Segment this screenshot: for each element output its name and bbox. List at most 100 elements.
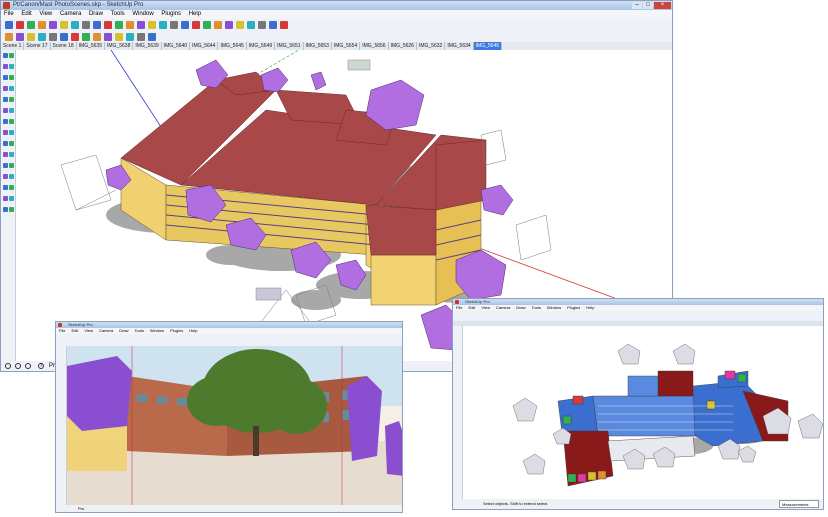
paint-tool-icon[interactable] bbox=[3, 196, 8, 201]
zoom-tool-icon[interactable] bbox=[3, 152, 8, 157]
move-tool-icon[interactable] bbox=[3, 97, 8, 102]
select-icon[interactable] bbox=[5, 21, 13, 29]
walk-icon[interactable] bbox=[247, 21, 255, 29]
rotate-icon[interactable] bbox=[104, 21, 112, 29]
camera-icon[interactable] bbox=[236, 21, 244, 29]
push-pull-icon[interactable] bbox=[82, 33, 90, 41]
paint-icon[interactable] bbox=[27, 33, 35, 41]
scene-tab[interactable]: IMG_5651 bbox=[275, 42, 304, 50]
zoom-extents-icon[interactable] bbox=[214, 21, 222, 29]
menu-item[interactable]: Draw bbox=[513, 305, 528, 310]
menu-item[interactable]: Camera bbox=[96, 328, 116, 333]
menu-item[interactable]: View bbox=[81, 328, 96, 333]
protractor-icon[interactable] bbox=[148, 21, 156, 29]
scene-tab[interactable]: IMG_5644 bbox=[190, 42, 219, 50]
scale-tool-icon[interactable] bbox=[3, 108, 8, 113]
line-tool-icon[interactable] bbox=[9, 196, 14, 201]
paint-icon[interactable] bbox=[27, 21, 35, 29]
menu-draw[interactable]: Draw bbox=[86, 11, 106, 17]
scene-tab[interactable]: IMG_5654 bbox=[332, 42, 361, 50]
camera-tool-icon[interactable] bbox=[9, 163, 14, 168]
axes-tool-icon[interactable] bbox=[9, 130, 14, 135]
line-icon[interactable] bbox=[38, 21, 46, 29]
scene-tab[interactable]: IMG_5632 bbox=[417, 42, 446, 50]
menu-help[interactable]: Help bbox=[186, 11, 204, 17]
scene-tab[interactable]: Scene 1 bbox=[1, 42, 25, 50]
section-tool-icon[interactable] bbox=[3, 163, 8, 168]
rotate-icon[interactable] bbox=[104, 33, 112, 41]
circle-tool-icon[interactable] bbox=[9, 207, 14, 212]
arc-icon[interactable] bbox=[71, 21, 79, 29]
tape-icon[interactable] bbox=[137, 21, 145, 29]
menu-tools[interactable]: Tools bbox=[108, 11, 128, 17]
menu-item[interactable]: Tools bbox=[132, 328, 147, 333]
eraser-icon[interactable] bbox=[16, 21, 24, 29]
scene-tab[interactable]: IMG_5640 bbox=[162, 42, 191, 50]
tape-tool-icon[interactable] bbox=[3, 119, 8, 124]
menu-item[interactable]: View bbox=[478, 305, 493, 310]
pan-icon[interactable] bbox=[192, 21, 200, 29]
rectangle-tool-icon[interactable] bbox=[3, 75, 8, 80]
protractor-icon[interactable] bbox=[148, 33, 156, 41]
scene-tab[interactable]: Scene 18 bbox=[51, 42, 77, 50]
menu-item[interactable]: Help bbox=[186, 328, 200, 333]
select-icon[interactable] bbox=[5, 33, 13, 41]
push-pull-icon[interactable] bbox=[82, 21, 90, 29]
scene-tab-active[interactable]: IMG_5646 bbox=[473, 42, 503, 50]
offset-icon[interactable] bbox=[126, 33, 134, 41]
text-tool-icon[interactable] bbox=[3, 130, 8, 135]
menu-plugins[interactable]: Plugins bbox=[158, 11, 184, 17]
rectangle-tool-icon[interactable] bbox=[3, 207, 8, 212]
menu-item[interactable]: Plugins bbox=[564, 305, 583, 310]
arc-tool-icon[interactable] bbox=[3, 86, 8, 91]
menu-edit[interactable]: Edit bbox=[18, 11, 34, 17]
help-icon[interactable]: ? bbox=[38, 363, 44, 369]
text-icon[interactable] bbox=[159, 21, 167, 29]
select-icon[interactable] bbox=[269, 21, 277, 29]
scale-icon[interactable] bbox=[115, 33, 123, 41]
pan-tool-icon[interactable] bbox=[9, 141, 14, 146]
menu-window[interactable]: Window bbox=[129, 11, 156, 17]
scale-icon[interactable] bbox=[115, 21, 123, 29]
menu-item[interactable]: Edit bbox=[68, 328, 81, 333]
scene-tab[interactable]: IMG_5645 bbox=[218, 42, 247, 50]
move-icon[interactable] bbox=[93, 33, 101, 41]
minimize-button[interactable]: – bbox=[632, 2, 642, 9]
menu-item[interactable]: Window bbox=[147, 328, 167, 333]
scene-tab[interactable]: IMG_5653 bbox=[304, 42, 332, 50]
zoom-icon[interactable] bbox=[203, 21, 211, 29]
rectangle-icon[interactable] bbox=[49, 21, 57, 29]
line-icon[interactable] bbox=[38, 33, 46, 41]
menu-camera[interactable]: Camera bbox=[57, 11, 84, 17]
menu-item[interactable]: File bbox=[56, 328, 68, 333]
scene-tab[interactable]: IMG_5656 bbox=[360, 42, 389, 50]
menu-item[interactable]: Camera bbox=[493, 305, 513, 310]
select-tool-icon[interactable] bbox=[3, 53, 8, 58]
orbit-icon[interactable] bbox=[181, 21, 189, 29]
move-icon[interactable] bbox=[93, 21, 101, 29]
photo-match-viewport[interactable] bbox=[67, 346, 402, 505]
circle-icon[interactable] bbox=[60, 33, 68, 41]
scene-tab[interactable]: Scene 17 bbox=[24, 42, 51, 50]
scene-tab[interactable]: IMG_5639 bbox=[133, 42, 162, 50]
orbit-tool-icon[interactable] bbox=[3, 141, 8, 146]
menu-item[interactable]: Window bbox=[544, 305, 564, 310]
circle-icon[interactable] bbox=[60, 21, 68, 29]
eraser-icon[interactable] bbox=[16, 33, 24, 41]
offset-tool-icon[interactable] bbox=[9, 108, 14, 113]
geo-location-icon[interactable] bbox=[5, 363, 11, 369]
paint-tool-icon[interactable] bbox=[3, 64, 8, 69]
user-icon[interactable] bbox=[25, 363, 31, 369]
close-button[interactable]: × bbox=[654, 2, 671, 9]
scene-tab[interactable]: IMG_5649 bbox=[247, 42, 276, 50]
menu-item[interactable]: File bbox=[453, 305, 465, 310]
maximize-button[interactable]: □ bbox=[643, 2, 653, 9]
rectangle-icon[interactable] bbox=[49, 33, 57, 41]
section-icon[interactable] bbox=[225, 21, 233, 29]
colored-model-viewport[interactable] bbox=[463, 326, 823, 499]
rotate-tool-icon[interactable] bbox=[9, 97, 14, 102]
menu-view[interactable]: View bbox=[36, 11, 55, 17]
menu-item[interactable]: Plugins bbox=[167, 328, 186, 333]
push-pull-tool-icon[interactable] bbox=[9, 86, 14, 91]
scene-tab[interactable]: IMG_5638 bbox=[105, 42, 134, 50]
